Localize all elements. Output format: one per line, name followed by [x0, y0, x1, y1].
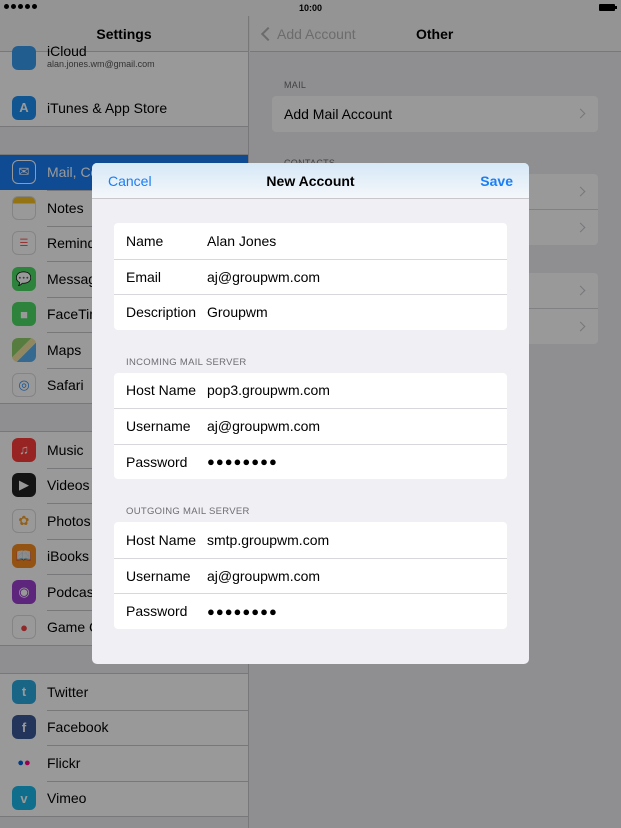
outgoing-password-row[interactable]: Password ●●●●●●●●	[114, 593, 507, 629]
outgoing-password-field[interactable]: ●●●●●●●●	[207, 604, 507, 619]
incoming-username-row[interactable]: Username aj@groupwm.com	[114, 408, 507, 444]
outgoing-host-row[interactable]: Host Name smtp.groupwm.com	[114, 522, 507, 558]
modal-title: New Account	[266, 173, 355, 189]
email-row[interactable]: Email aj@groupwm.com	[114, 258, 507, 295]
incoming-host-label: Host Name	[126, 382, 197, 399]
email-field[interactable]: aj@groupwm.com	[207, 269, 507, 285]
incoming-password-row[interactable]: Password ●●●●●●●●	[114, 443, 507, 480]
incoming-username-field[interactable]: aj@groupwm.com	[207, 418, 507, 434]
incoming-password-label: Password	[126, 453, 188, 470]
modal-nav-bar: Cancel New Account Save	[92, 163, 529, 199]
name-label: Name	[126, 232, 164, 249]
description-field[interactable]: Groupwm	[207, 304, 507, 320]
new-account-modal: Cancel New Account Save Name Alan Jones …	[92, 163, 529, 664]
incoming-username-label: Username	[126, 418, 191, 435]
outgoing-server-group: Host Name smtp.groupwm.com Username aj@g…	[114, 522, 507, 629]
outgoing-server-header: OUTGOING MAIL SERVER	[126, 506, 250, 517]
save-button[interactable]: Save	[480, 173, 513, 189]
outgoing-username-label: Username	[126, 567, 191, 584]
outgoing-host-field[interactable]: smtp.groupwm.com	[207, 532, 507, 548]
incoming-server-group: Host Name pop3.groupwm.com Username aj@g…	[114, 372, 507, 480]
description-row[interactable]: Description Groupwm	[114, 294, 507, 330]
outgoing-password-label: Password	[126, 603, 188, 620]
account-info-group: Name Alan Jones Email aj@groupwm.com Des…	[114, 223, 507, 330]
name-field[interactable]: Alan Jones	[207, 233, 507, 249]
incoming-host-row[interactable]: Host Name pop3.groupwm.com	[114, 373, 507, 409]
outgoing-host-label: Host Name	[126, 531, 197, 548]
description-label: Description	[126, 304, 197, 321]
outgoing-username-field[interactable]: aj@groupwm.com	[207, 568, 507, 584]
outgoing-username-row[interactable]: Username aj@groupwm.com	[114, 557, 507, 594]
name-row[interactable]: Name Alan Jones	[114, 223, 507, 259]
incoming-host-field[interactable]: pop3.groupwm.com	[207, 382, 507, 398]
email-label: Email	[126, 268, 162, 285]
incoming-server-header: INCOMING MAIL SERVER	[126, 356, 247, 368]
incoming-password-field[interactable]: ●●●●●●●●	[207, 454, 507, 469]
